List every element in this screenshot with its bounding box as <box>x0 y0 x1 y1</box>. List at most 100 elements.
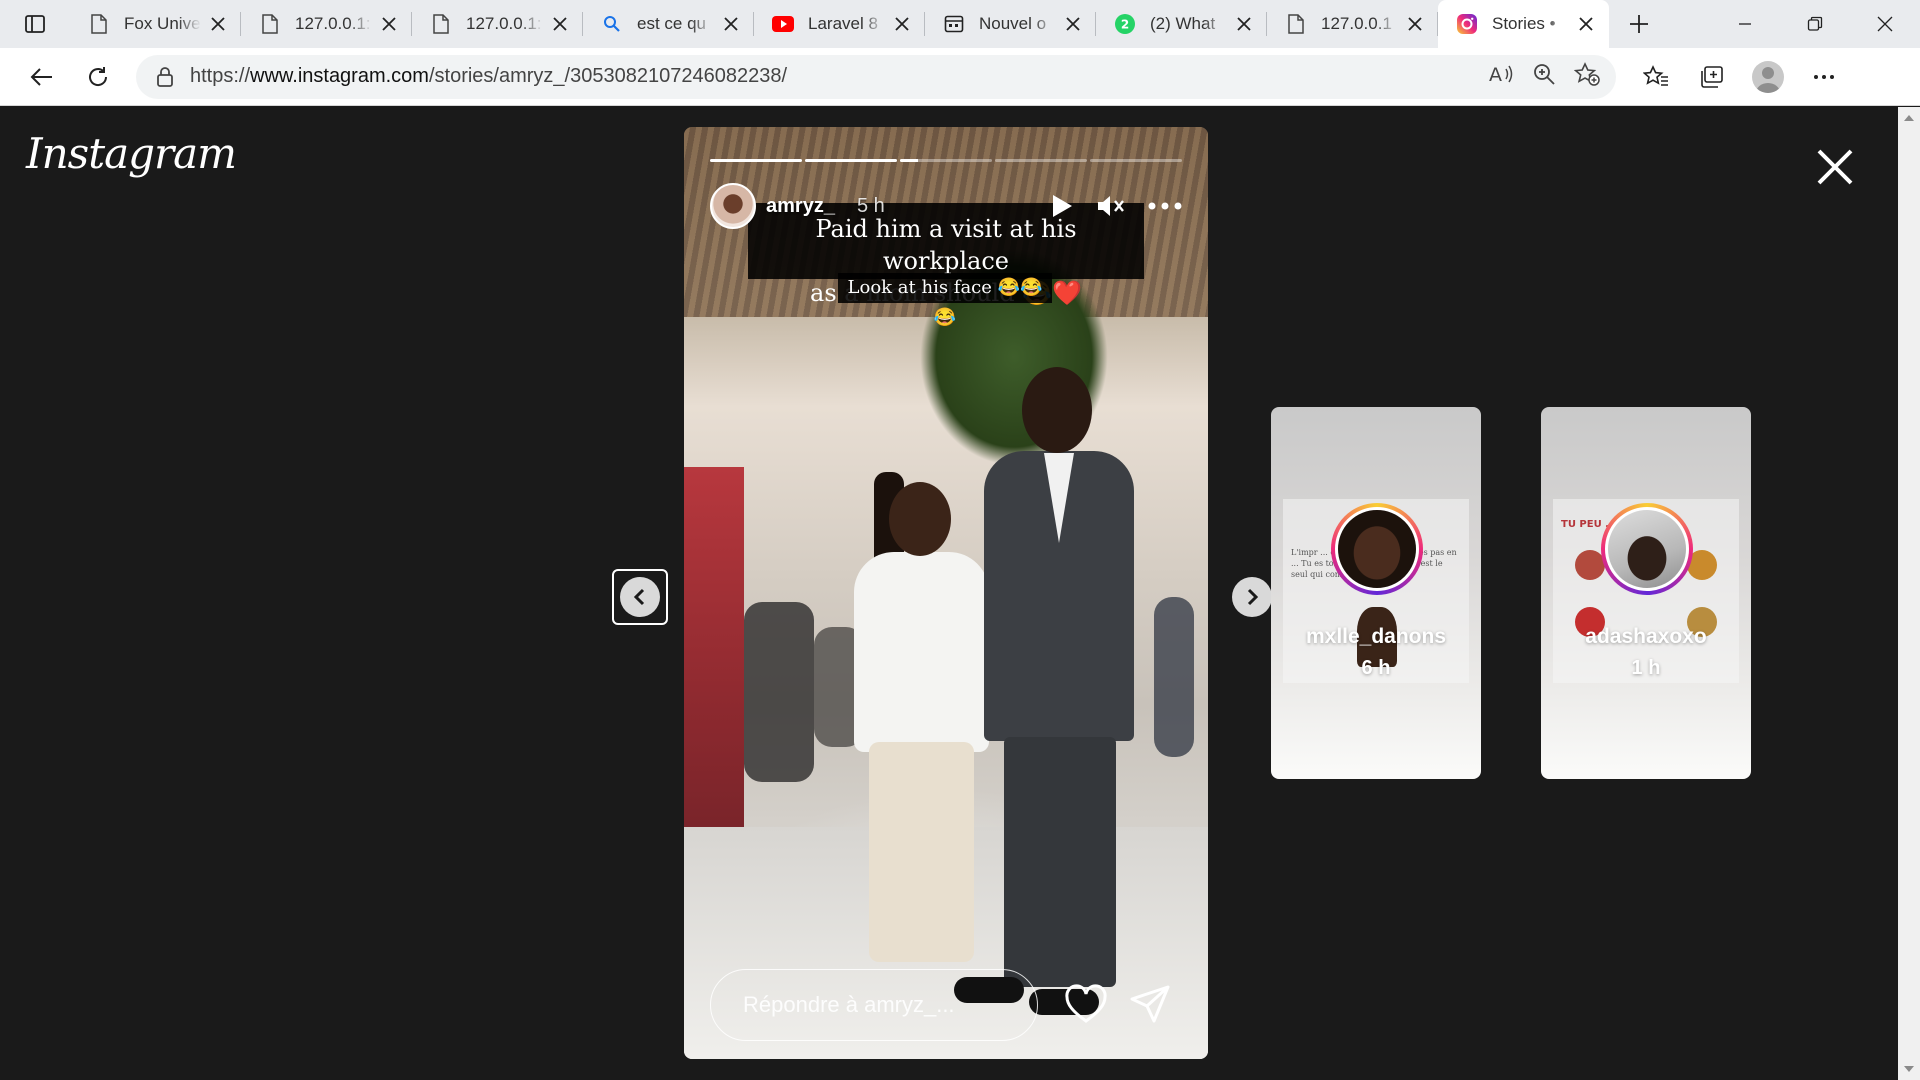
tab-title: Fox Unive <box>124 14 201 33</box>
preview-timestamp: 6 h <box>1361 657 1391 679</box>
page-scrollbar[interactable] <box>1898 107 1920 1080</box>
tab-title: 127.0.0.1: <box>295 14 371 33</box>
browser-tab[interactable]: Nouvel o <box>925 0 1096 48</box>
browser-tab[interactable]: Fox Unive <box>70 0 241 48</box>
close-icon[interactable] <box>549 13 571 35</box>
story-image-woman <box>844 472 994 962</box>
youtube-icon <box>772 13 794 35</box>
restore-button[interactable] <box>1780 0 1850 48</box>
story-preview-card[interactable]: TU PEU ... FOIS : adashaxoxo 1 h <box>1541 407 1751 779</box>
browser-tab[interactable]: 2 (2) What <box>1096 0 1267 48</box>
tab-title: Stories • <box>1492 14 1556 33</box>
browser-tab[interactable]: Laravel 8 <box>754 0 925 48</box>
window-controls <box>1710 0 1920 48</box>
lock-icon[interactable] <box>152 66 178 88</box>
preview-username: mxlle_danons <box>1305 625 1447 648</box>
story-preview-card[interactable]: L'impr ... ctard par ... res. Tu n'es pa… <box>1271 407 1481 779</box>
address-bar[interactable]: https://www.instagram.com/stories/amryz_… <box>136 54 1616 99</box>
play-icon[interactable] <box>1050 193 1074 219</box>
profile-button[interactable] <box>1740 55 1796 99</box>
tab-title: Laravel 8 <box>808 14 878 33</box>
preview-avatar-ring <box>1601 503 1693 595</box>
document-icon <box>430 13 452 35</box>
close-icon[interactable] <box>207 13 229 35</box>
close-icon[interactable] <box>378 13 400 35</box>
send-icon[interactable] <box>1128 983 1172 1027</box>
close-icon[interactable] <box>1062 13 1084 35</box>
progress-segment <box>805 159 897 162</box>
chevron-right-icon <box>1247 588 1259 606</box>
browser-tab[interactable]: est ce qu <box>583 0 754 48</box>
story-progress-bar <box>710 159 1182 162</box>
browser-tab[interactable]: 127.0.0.1 <box>1267 0 1438 48</box>
add-favorite-icon[interactable] <box>1573 62 1600 91</box>
document-icon <box>259 13 281 35</box>
previous-story-button[interactable] <box>612 569 668 625</box>
close-icon[interactable] <box>1404 13 1426 35</box>
zoom-icon[interactable] <box>1532 62 1556 91</box>
browser-toolbar: https://www.instagram.com/stories/amryz_… <box>0 48 1920 106</box>
progress-segment <box>1090 159 1182 162</box>
story-image-person <box>1154 597 1194 757</box>
close-icon <box>1877 16 1893 32</box>
new-tab-button[interactable] <box>1609 0 1669 48</box>
reply-input[interactable]: Répondre à amryz_... <box>710 969 1038 1041</box>
browser-tab[interactable]: 127.0.0.1: <box>241 0 412 48</box>
back-button[interactable] <box>14 55 70 99</box>
more-options-icon[interactable] <box>1148 202 1182 210</box>
svg-text:A: A <box>1489 64 1502 86</box>
muted-speaker-icon[interactable] <box>1096 193 1126 219</box>
close-icon[interactable] <box>1233 13 1255 35</box>
collections-icon <box>1701 65 1723 88</box>
minimize-button[interactable] <box>1710 0 1780 48</box>
browser-tab[interactable]: 127.0.0.1: <box>412 0 583 48</box>
collections-button[interactable] <box>1684 55 1740 99</box>
story-image-person <box>744 602 814 782</box>
tab-title: 127.0.0.1 <box>1321 14 1392 33</box>
story-timestamp: 5 h <box>856 194 885 217</box>
progress-segment <box>710 159 802 162</box>
heart-icon[interactable] <box>1064 983 1108 1027</box>
calendar-icon <box>943 13 965 35</box>
read-aloud-icon[interactable]: A <box>1488 62 1514 91</box>
tab-actions-icon <box>25 15 45 33</box>
refresh-icon <box>89 66 108 86</box>
tab-title: 127.0.0.1: <box>466 14 542 33</box>
refresh-button[interactable] <box>70 55 126 99</box>
instagram-logo[interactable]: Instagram <box>26 129 237 178</box>
tab-title: (2) What <box>1150 14 1216 33</box>
story-author-username[interactable]: amryz_ <box>766 195 835 218</box>
scroll-up-arrow-icon[interactable] <box>1904 115 1914 121</box>
search-icon <box>601 13 623 35</box>
address-url[interactable]: https://www.instagram.com/stories/amryz_… <box>190 65 1488 88</box>
story-viewer[interactable]: Paid him a visit at his workplace as a m… <box>684 127 1208 1059</box>
story-image-man <box>984 367 1134 987</box>
close-icon[interactable] <box>720 13 742 35</box>
avatar <box>1752 60 1784 93</box>
browser-tab-active[interactable]: Stories • <box>1438 0 1609 48</box>
chevron-left-icon <box>620 577 660 617</box>
close-window-button[interactable] <box>1850 0 1920 48</box>
close-icon[interactable] <box>1575 13 1597 35</box>
url-scheme: https:// <box>190 65 251 87</box>
url-host: www.instagram.com <box>250 65 429 87</box>
document-icon <box>88 13 110 35</box>
back-arrow-icon <box>30 67 52 86</box>
close-icon[interactable] <box>891 13 913 35</box>
favorites-icon <box>1643 64 1668 86</box>
tab-actions-button[interactable] <box>0 0 70 48</box>
next-story-button[interactable] <box>1232 577 1272 617</box>
preview-username: adashaxoxo <box>1585 625 1707 648</box>
document-icon <box>1285 13 1307 35</box>
story-caption-secondary: Look at his face 😂😂😂 <box>838 273 1052 328</box>
settings-more-button[interactable] <box>1796 55 1852 99</box>
url-path: /stories/amryz_/3053082107246082238/ <box>428 65 788 87</box>
restore-icon <box>1807 16 1823 31</box>
minimize-icon <box>1739 23 1751 25</box>
preview-timestamp: 1 h <box>1631 657 1661 679</box>
close-stories-icon[interactable] <box>1815 147 1855 187</box>
favorites-button[interactable] <box>1628 55 1684 99</box>
svg-text:2: 2 <box>1121 18 1129 32</box>
scroll-down-arrow-icon[interactable] <box>1904 1066 1914 1072</box>
story-author-avatar[interactable] <box>710 183 756 229</box>
